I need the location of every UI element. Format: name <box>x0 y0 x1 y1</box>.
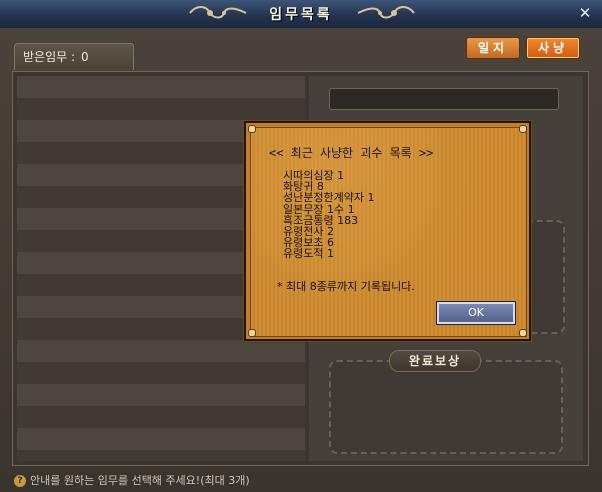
dialog-note: * 최대 8종류까지 기록됩니다. <box>277 280 415 293</box>
close-icon[interactable]: ✕ <box>576 4 594 22</box>
accepted-quests-tab[interactable]: 받은임무 : 0 <box>14 43 134 70</box>
accepted-quests-count: 0 <box>81 50 89 64</box>
monster-list: 시따의심장 1 화탕귀 8 성난분정한계약자 1 일본무장 1수 1 흑조금통령… <box>283 170 513 260</box>
reward-box <box>329 360 563 454</box>
ok-button[interactable]: OK <box>436 301 516 325</box>
accepted-quests-label: 받은임무 : <box>23 50 76 64</box>
monster-entry: 유령도적 1 <box>283 247 334 261</box>
hint-icon: ? <box>14 475 26 487</box>
hint-text: 안내를 원하는 임무를 선택해 주세요!(최대 3개) <box>30 474 250 487</box>
bottom-hint: ? 안내를 원하는 임무를 선택해 주세요!(최대 3개) <box>14 472 250 488</box>
journal-button[interactable]: 일지 <box>466 37 520 59</box>
rivet-icon <box>248 329 256 337</box>
dialog-title: << 최근 사냥한 괴수 목록 >> <box>269 146 434 160</box>
title-bar[interactable]: 임무목록 ✕ <box>0 0 602 29</box>
window-title: 임무목록 <box>269 7 333 23</box>
reward-label: 완료보상 <box>389 350 481 372</box>
hunt-button[interactable]: 사냥 <box>526 37 580 59</box>
recent-monster-dialog: << 최근 사냥한 괴수 목록 >> 시따의심장 1 화탕귀 8 성난분정한계약… <box>244 121 531 341</box>
monster-entry: 성난분정한계약자 1 <box>283 191 375 205</box>
rivet-icon <box>519 329 527 337</box>
quest-description-bar <box>329 88 559 110</box>
rivet-icon <box>519 125 527 133</box>
quest-list-window: 임무목록 ✕ 받은임무 : 0 일지 사냥 완료보상 ? 안내를 원하는 임무를 선… <box>0 0 602 492</box>
rivet-icon <box>248 125 256 133</box>
right-ornament-icon <box>357 6 415 19</box>
dialog-panel: << 최근 사냥한 괴수 목록 >> 시따의심장 1 화탕귀 8 성난분정한계약… <box>250 127 527 337</box>
